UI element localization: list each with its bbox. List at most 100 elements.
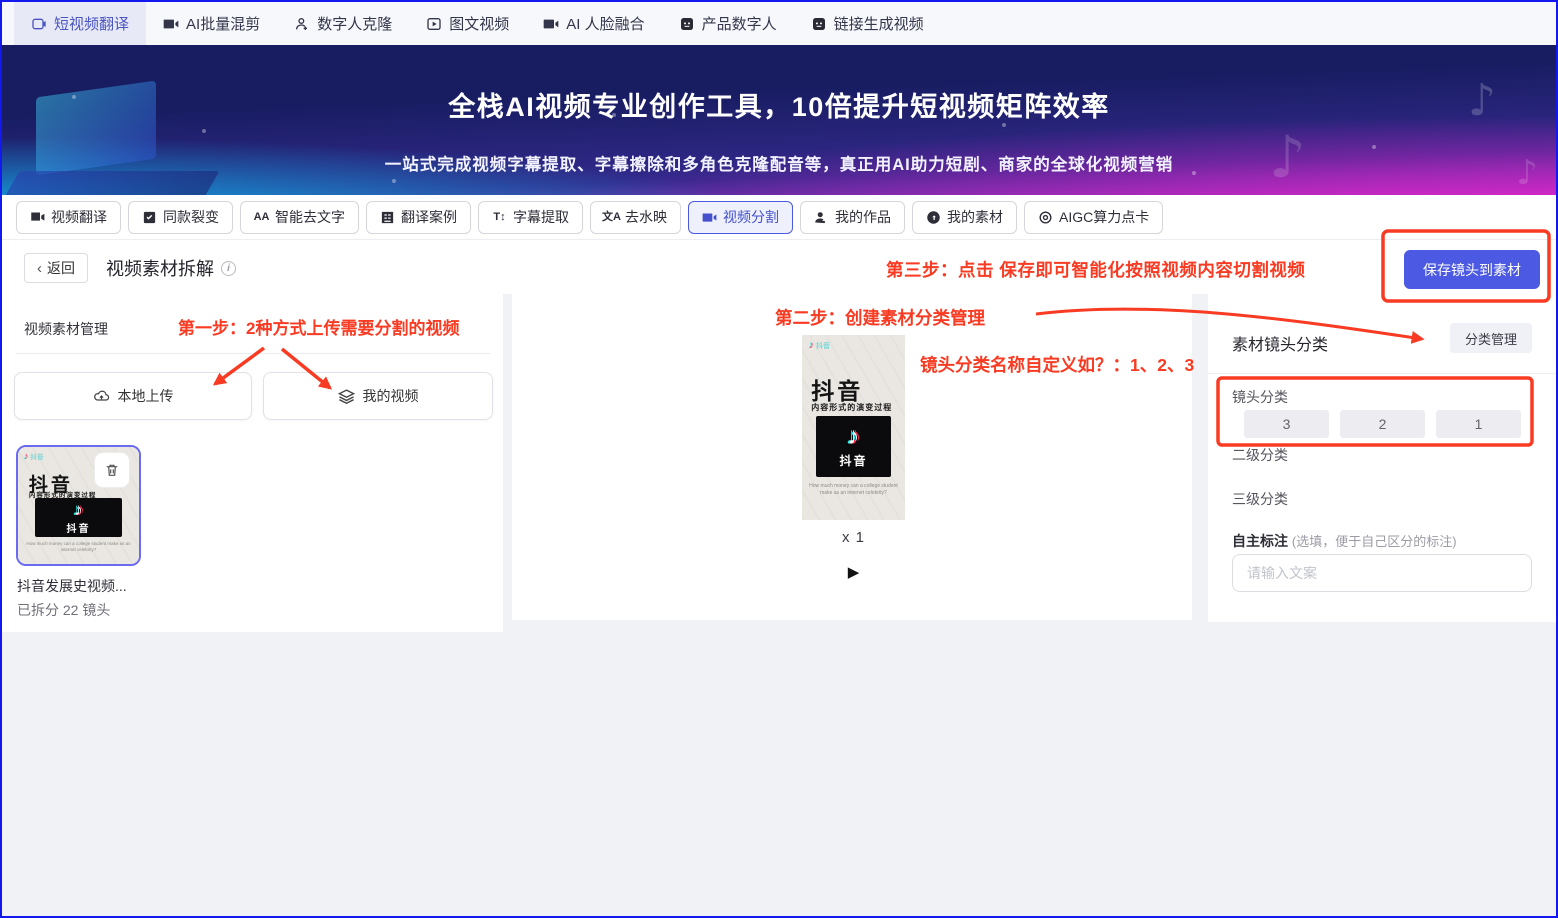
thumb-subtitle: 内容形式的演变过程 <box>811 402 892 413</box>
toolbar-same-style-fission[interactable]: 同款裂变 <box>128 201 233 234</box>
page-title-text: 视频素材拆解 <box>106 255 214 281</box>
tiktok-note-icon: ♪ <box>847 425 859 449</box>
toolbar-label: AIGC算力点卡 <box>1059 207 1149 227</box>
nav-item-ai-batch-mixcut[interactable]: AI批量混剪 <box>146 2 277 45</box>
hero-banner: ♪ ♪ ♪ 全栈AI视频专业创作工具，10倍提升短视频矩阵效率 一站式完成视频字… <box>2 45 1556 195</box>
toolbar-my-works[interactable]: 我的作品 <box>800 201 905 234</box>
nav-item-label: AI批量混剪 <box>186 13 260 34</box>
my-videos-label: 我的视频 <box>363 386 419 406</box>
person-icon <box>814 210 829 225</box>
banner-title: 全栈AI视频专业创作工具，10倍提升短视频矩阵效率 <box>2 85 1556 124</box>
toolbar-video-translate[interactable]: 视频翻译 <box>16 201 121 234</box>
back-button[interactable]: ‹ 返回 <box>24 253 88 283</box>
play-icon: ▶ <box>848 563 860 581</box>
toolbar-smart-text-removal[interactable]: AA 智能去文字 <box>240 201 359 234</box>
robot-face-icon <box>811 16 827 32</box>
shot-option-1[interactable]: 1 <box>1436 410 1521 438</box>
my-videos-button[interactable]: 我的视频 <box>263 372 493 420</box>
back-label: 返回 <box>47 258 75 278</box>
video-translate-icon <box>30 210 45 225</box>
toolbar-label: 视频分割 <box>723 207 779 227</box>
layers-icon <box>338 388 355 405</box>
letters-icon: AA <box>254 210 269 225</box>
video-card-caption: 抖音发展史视频... <box>17 576 127 596</box>
toolbar-label: 我的作品 <box>835 207 891 227</box>
toolbar-video-split[interactable]: 视频分割 <box>688 201 793 234</box>
annotation-step1: 第一步：2种方式上传需要分割的视频 <box>178 314 459 339</box>
toolbar-watermark-removal[interactable]: 文A 去水映 <box>590 201 681 234</box>
tiktok-note-icon: ♪ <box>74 501 83 518</box>
nav-item-link-to-video[interactable]: 链接生成视频 <box>794 2 941 45</box>
person-icon <box>294 16 310 32</box>
manage-categories-button[interactable]: 分类管理 <box>1450 323 1532 353</box>
app-window: 短视频翻译 AI批量混剪 数字人克隆 图文视频 AI 人脸融合 产品数字人 链接… <box>0 0 1558 918</box>
chevron-left-icon: ‹ <box>37 260 42 277</box>
cloud-upload-icon <box>93 388 110 405</box>
play-button[interactable]: ▶ <box>802 563 905 581</box>
nav-item-label: 数字人克隆 <box>317 13 392 34</box>
brand-text: 抖音 <box>816 341 830 351</box>
robot-face-icon <box>679 16 695 32</box>
video-card-split-count: 已拆分 22 镜头 <box>17 600 110 620</box>
preview-thumbnail[interactable]: ♪ 抖音 抖音 内容形式的演变过程 ♪ 抖音 How much money ca… <box>802 335 905 520</box>
top-nav: 短视频翻译 AI批量混剪 数字人克隆 图文视频 AI 人脸融合 产品数字人 链接… <box>2 2 1556 45</box>
clip-count-label: x 1 <box>802 529 905 546</box>
local-upload-label: 本地上传 <box>118 386 174 406</box>
toolbar-label: 同款裂变 <box>163 207 219 227</box>
divider <box>1208 373 1556 374</box>
page-title: 视频素材拆解 i <box>106 255 236 281</box>
check-square-icon <box>142 210 157 225</box>
nav-item-label: 链接生成视频 <box>834 13 924 34</box>
shot-classification-panel: 素材镜头分类 分类管理 镜头分类 3 2 1 二级分类 三级分类 自主标注 (选… <box>1208 293 1556 622</box>
page-header: ‹ 返回 视频素材拆解 i 第三步：点击 保存即可智能化按照视频内容切割视频 保… <box>2 240 1556 294</box>
brand-text: 抖音 <box>31 451 44 461</box>
nav-item-label: 图文视频 <box>449 13 509 34</box>
thumb-fine-print: How much money can a college student mak… <box>807 483 900 497</box>
banner-subtitle: 一站式完成视频字幕提取、字幕擦除和多角色克隆配音等，真正用AI助力短剧、商家的全… <box>2 151 1556 175</box>
nav-item-image-text-video[interactable]: 图文视频 <box>409 2 526 45</box>
play-square-icon <box>426 16 442 32</box>
video-camera-icon <box>163 16 179 32</box>
nav-item-label: 产品数字人 <box>702 13 777 34</box>
toolbar-label: 翻译案例 <box>401 207 457 227</box>
watermark-doc-icon: 文A <box>604 210 619 225</box>
note-label-row: 自主标注 (选填，便于自己区分的标注) <box>1232 531 1457 551</box>
delete-button[interactable] <box>95 453 129 487</box>
text-extract-icon: T↕ <box>492 210 507 225</box>
note-input[interactable] <box>1232 554 1532 592</box>
toolbar-my-materials[interactable]: 我的素材 <box>912 201 1017 234</box>
toolbar-subtitle-extract[interactable]: T↕ 字幕提取 <box>478 201 583 234</box>
nav-item-product-digital-human[interactable]: 产品数字人 <box>662 2 794 45</box>
toolbar-label: 去水映 <box>625 207 667 227</box>
toolbar-aigc-credits[interactable]: AIGC算力点卡 <box>1024 201 1163 234</box>
preview-panel: 第二步：创建素材分类管理 镜头分类名称自定义如？：1、2、3 ♪ 抖音 抖音 内… <box>512 293 1192 620</box>
nav-item-label: AI 人脸融合 <box>566 13 644 34</box>
info-icon[interactable]: i <box>221 261 236 276</box>
local-upload-button[interactable]: 本地上传 <box>14 372 252 420</box>
feature-toolbar: 视频翻译 同款裂变 AA 智能去文字 翻译案例 T↕ 字幕提取 文A 去水映 视… <box>2 195 1556 240</box>
logo-label: 抖音 <box>66 520 90 535</box>
annotation-step3: 第三步：点击 保存即可智能化按照视频内容切割视频 <box>886 257 1305 282</box>
shot-option-3[interactable]: 3 <box>1244 410 1329 438</box>
video-camera-icon <box>702 210 717 225</box>
save-shots-button[interactable]: 保存镜头到素材 <box>1404 250 1540 289</box>
toolbar-translation-cases[interactable]: 翻译案例 <box>366 201 471 234</box>
douyin-corner-logo: ♪ 抖音 <box>24 451 44 461</box>
tab-video-material-management[interactable]: 视频素材管理 <box>24 319 108 339</box>
video-material-panel: 视频素材管理 第一步：2种方式上传需要分割的视频 本地上传 我的视频 ♪ 抖音 … <box>2 293 503 632</box>
douyin-logo-box: ♪ 抖音 <box>816 416 890 477</box>
nav-item-short-video-translate[interactable]: 短视频翻译 <box>14 2 146 45</box>
douyin-corner-logo: ♪ 抖音 <box>809 340 830 351</box>
credit-ring-icon <box>1038 210 1053 225</box>
nav-item-digital-human-clone[interactable]: 数字人克隆 <box>277 2 409 45</box>
note-label: 自主标注 <box>1232 533 1288 549</box>
panel-title: 素材镜头分类 <box>1232 331 1328 355</box>
annotation-hint: 镜头分类名称自定义如？：1、2、3 <box>920 352 1194 377</box>
nav-item-ai-face-fusion[interactable]: AI 人脸融合 <box>526 2 661 45</box>
shot-option-2[interactable]: 2 <box>1340 410 1425 438</box>
toolbar-label: 智能去文字 <box>275 207 345 227</box>
toolbar-label: 我的素材 <box>947 207 1003 227</box>
annotation-step2: 第二步：创建素材分类管理 <box>775 305 985 330</box>
translate-doc-icon <box>380 210 395 225</box>
video-card[interactable]: ♪ 抖音 抖音 内容形式的演变过程 ♪ 抖音 How much money ca… <box>16 445 141 566</box>
